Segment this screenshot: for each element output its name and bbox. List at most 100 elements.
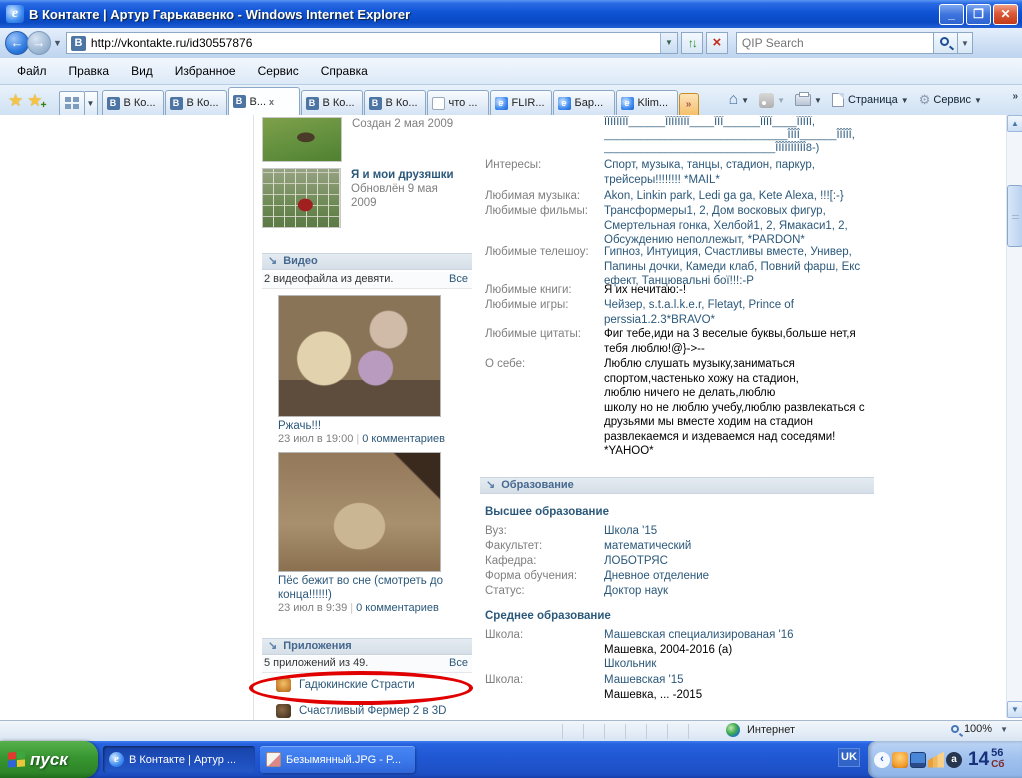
video-title-link[interactable]: Ржачь!!! [278, 420, 458, 434]
address-dropdown-icon[interactable]: ▼ [660, 33, 677, 53]
app-row[interactable]: Гадюкинские Страсти [276, 678, 415, 692]
field-value-line[interactable]: Машевская специализированая '16 [604, 628, 868, 643]
field-value[interactable]: Школа '15 [604, 524, 868, 539]
search-input[interactable] [737, 33, 933, 53]
tab-close-icon[interactable]: x [269, 97, 274, 107]
favorites-star-icon[interactable]: ★ [8, 91, 23, 111]
menu-item-0[interactable]: Файл [6, 61, 58, 81]
home-button[interactable]: ⌂▼ [729, 91, 750, 109]
field-value[interactable]: Akon, Linkin park, Ledi ga ga, Kete Alex… [604, 189, 868, 204]
photo-thumbnail[interactable] [262, 168, 341, 228]
field-value[interactable]: Чейзер, s.t.a.l.k.e.r, Fletayt, Prince o… [604, 298, 868, 327]
scrollbar-thumb[interactable] [1007, 185, 1022, 247]
field-label: Любимые цитаты: [485, 327, 603, 342]
address-field[interactable]: B http://vkontakte.ru/id30557876 ▼ [66, 32, 678, 54]
window-title: В Контакте | Артур Гарькавенко - Windows… [29, 7, 939, 22]
zoom-caret-icon[interactable]: ▼ [1000, 725, 1008, 734]
field-value[interactable]: ЛОБОТРЯС [604, 554, 868, 569]
section-title: Видео [283, 255, 318, 267]
close-button[interactable]: ✕ [993, 4, 1018, 25]
tab-6[interactable]: eFLIR... [490, 90, 552, 115]
menu-item-3[interactable]: Избранное [164, 61, 247, 81]
apps-section-header: ↘Приложения [262, 638, 472, 655]
video-thumbnail[interactable] [278, 295, 441, 417]
field-value-line: Машевка, 2004-2016 (а) [604, 643, 868, 658]
site-favicon: B [71, 36, 86, 51]
photo-album-link[interactable]: Я и мои друзяшки [351, 168, 461, 182]
all-link[interactable]: Все [449, 656, 468, 672]
language-indicator[interactable]: UK [838, 748, 860, 767]
zoom-control[interactable]: 100% ▼ [951, 723, 1008, 735]
ascii-art: ÎÎÎÎÎÎÎÎ______ÎÎÎÎÎÎÎÎ____ÎÎÎ______ÎÎÎÎ_… [604, 116, 870, 154]
app-link[interactable]: Счастливый Фермер 2 в 3D [299, 705, 446, 717]
restore-button[interactable]: ❐ [966, 4, 991, 25]
back-button[interactable]: ← [5, 31, 29, 55]
security-zone-label: Интернет [747, 724, 795, 736]
search-button[interactable] [934, 32, 958, 54]
photo-thumbnail[interactable] [262, 117, 342, 162]
taskbar-task-0[interactable]: eВ Контакте | Артур ... [103, 746, 255, 773]
taskbar-task-1[interactable]: Безымянный.JPG - P... [260, 746, 415, 773]
minimize-button[interactable]: _ [939, 4, 964, 25]
quick-tabs-button[interactable] [59, 91, 85, 115]
tab-4[interactable]: BВ Ко... [364, 90, 426, 115]
field-value[interactable]: Гипноз, Интуиция, Счастливы вместе, Унив… [604, 245, 868, 289]
network-monitor-icon[interactable] [910, 752, 926, 768]
start-button[interactable]: пуск [0, 741, 98, 778]
vertical-scrollbar[interactable]: ▲ ▼ [1006, 115, 1022, 718]
stop-button[interactable]: × [706, 32, 728, 54]
quick-tabs-caret-icon[interactable]: ▼ [85, 91, 98, 115]
qip-tray-icon[interactable] [892, 752, 908, 768]
app-tray-icon[interactable]: a [946, 752, 962, 768]
scroll-up-icon[interactable]: ▲ [1007, 115, 1022, 132]
tab-label: В... [250, 96, 267, 108]
page-menu-button[interactable]: Страница▼ [832, 93, 909, 107]
photo-album-row: Создан 2 мая 2009 [262, 117, 462, 162]
section-summary: 5 приложений из 49. [264, 656, 368, 672]
search-options-caret-icon[interactable]: ▼ [958, 32, 973, 54]
add-favorite-icon[interactable]: ★ [27, 91, 42, 111]
section-title: Приложения [283, 640, 351, 652]
app-link[interactable]: Гадюкинские Страсти [299, 679, 415, 691]
field-label: Любимые игры: [485, 298, 603, 313]
tab-8[interactable]: eKlim... [616, 90, 678, 115]
nav-history-caret-icon[interactable]: ▼ [53, 38, 62, 48]
app-row[interactable]: Счастливый Фермер 2 в 3D [276, 704, 446, 718]
all-link[interactable]: Все [449, 272, 468, 288]
signal-strength-icon[interactable] [928, 752, 944, 768]
tab-2[interactable]: BВ...x [228, 87, 300, 115]
tab-7[interactable]: eБар... [553, 90, 615, 115]
field-value[interactable]: Доктор наук [604, 584, 868, 599]
menu-item-2[interactable]: Вид [120, 61, 164, 81]
print-button[interactable]: ▼ [795, 94, 822, 106]
menu-item-1[interactable]: Правка [58, 61, 121, 81]
video-thumbnail[interactable] [278, 452, 441, 572]
command-bar-overflow-icon[interactable]: » [1012, 91, 1018, 102]
search-box[interactable] [736, 32, 934, 54]
ie-favicon: e [495, 97, 508, 110]
tools-menu-button[interactable]: ⚙Сервис▼ [919, 92, 982, 108]
video-comments-link[interactable]: 0 комментариев [362, 433, 445, 445]
tab-label: В Ко... [386, 97, 418, 109]
tab-3[interactable]: BВ Ко... [301, 90, 363, 115]
tab-0[interactable]: BВ Ко... [102, 90, 164, 115]
scroll-down-icon[interactable]: ▼ [1007, 701, 1022, 718]
video-comments-link[interactable]: 0 комментариев [356, 602, 439, 614]
forward-button[interactable]: → [27, 31, 51, 55]
hide-tray-icons-icon[interactable]: ‹ [874, 752, 890, 768]
rss-button[interactable]: ▼ [759, 93, 785, 108]
field-value[interactable]: Дневное отделение [604, 569, 868, 584]
menu-item-4[interactable]: Сервис [247, 61, 310, 81]
field-value-line[interactable]: Школьник [604, 657, 868, 672]
tab-5[interactable]: что ... [427, 90, 489, 115]
tab-overflow-button[interactable]: » [679, 93, 699, 115]
field-value[interactable]: математический [604, 539, 868, 554]
field-value-line[interactable]: Машевская '15 [604, 673, 868, 688]
education-section-header: ↘Образование [480, 477, 874, 494]
tab-1[interactable]: BВ Ко... [165, 90, 227, 115]
field-value[interactable]: Спорт, музыка, танцы, стадион, паркур, т… [604, 158, 868, 187]
refresh-button[interactable]: ↑↓ [681, 32, 703, 54]
field-value[interactable]: Трансформеры1, 2, Дом восковых фигур, См… [604, 204, 868, 248]
menu-item-5[interactable]: Справка [310, 61, 379, 81]
video-title-link[interactable]: Пёс бежит во сне (смотреть до конца!!!!!… [278, 575, 458, 602]
